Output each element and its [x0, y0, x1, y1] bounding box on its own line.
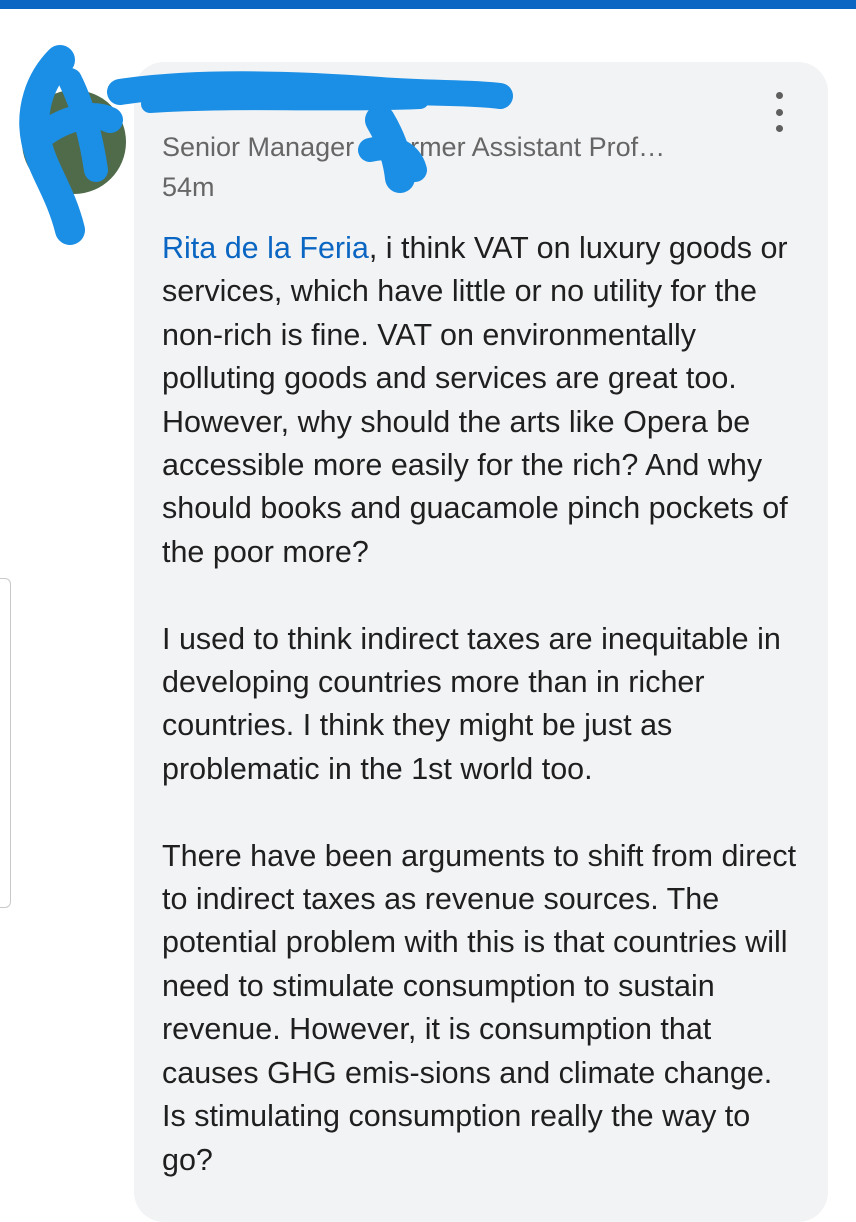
thread-indicator [0, 578, 11, 908]
more-dot [775, 108, 783, 116]
more-dot [775, 92, 783, 99]
more-dot [775, 125, 783, 132]
avatar[interactable] [22, 90, 126, 194]
comment-paragraph: I used to think indirect taxes are inequ… [162, 621, 781, 786]
app-top-bar [0, 0, 856, 9]
comment-timestamp: 54m [162, 172, 215, 202]
comment-text: , i think VAT on luxury goods or service… [162, 231, 788, 569]
mention-link[interactable]: Rita de la Feria [162, 231, 369, 265]
author-headline: Senior Manager • Former Assistant Prof… [162, 132, 666, 162]
comment-paragraph: There have been arguments to shift from … [162, 838, 797, 1177]
comment-paragraph: Rita de la Feria, i think VAT on luxury … [162, 227, 802, 574]
more-vertical-icon[interactable] [762, 92, 796, 132]
comment-body: Rita de la Feria, i think VAT on luxury … [162, 227, 802, 1182]
